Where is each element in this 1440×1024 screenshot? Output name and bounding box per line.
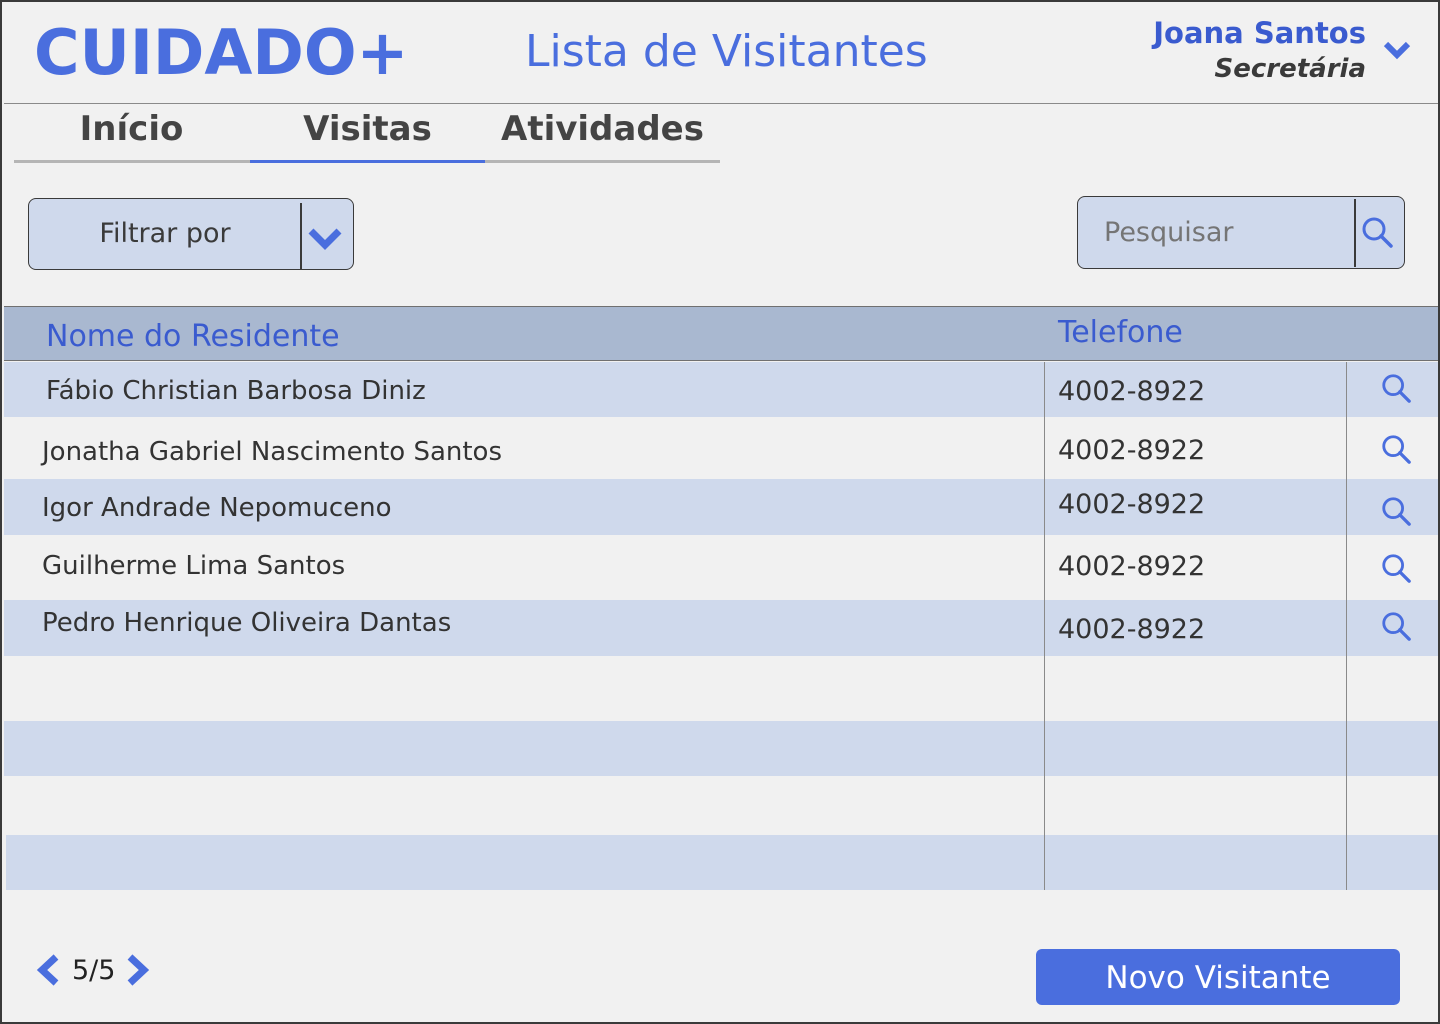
search-icon[interactable] — [1380, 372, 1412, 404]
filter-label: Filtrar por — [99, 218, 231, 249]
tab-underline — [485, 160, 720, 163]
header-divider — [4, 103, 1440, 104]
search-icon[interactable] — [1380, 610, 1412, 642]
column-divider — [1044, 362, 1045, 890]
chevron-down-icon[interactable] — [307, 221, 343, 251]
user-role: Secretária — [1214, 54, 1366, 84]
empty-row — [4, 776, 1440, 835]
table-header: Nome do Residente Telefone — [4, 306, 1440, 361]
filter-divider — [300, 203, 302, 269]
tab-atividades[interactable]: Atividades — [485, 106, 720, 162]
search-box[interactable] — [1077, 196, 1405, 269]
column-divider — [1346, 362, 1347, 890]
table-row[interactable]: Pedro Henrique Oliveira Dantas 4002-8922 — [4, 600, 1440, 656]
page-indicator: 5/5 — [72, 955, 116, 986]
empty-row — [4, 721, 1440, 776]
resident-phone: 4002-8922 — [1058, 551, 1206, 582]
resident-phone: 4002-8922 — [1058, 376, 1206, 407]
tab-underline — [14, 160, 250, 163]
search-icon[interactable] — [1380, 495, 1412, 527]
search-icon[interactable] — [1380, 433, 1412, 465]
page-title: Lista de Visitantes — [525, 26, 928, 77]
filter-dropdown[interactable]: Filtrar por — [28, 198, 354, 270]
table-row[interactable]: Guilherme Lima Santos 4002-8922 — [4, 535, 1440, 600]
search-icon[interactable] — [1360, 215, 1394, 249]
chevron-right-icon[interactable] — [124, 953, 152, 987]
chevron-down-icon[interactable] — [1382, 36, 1412, 62]
search-input[interactable] — [1102, 197, 1356, 269]
app-logo[interactable]: CUIDADO+ — [34, 16, 408, 89]
resident-phone: 4002-8922 — [1058, 614, 1206, 645]
empty-row — [4, 656, 1440, 721]
table-row[interactable]: Jonatha Gabriel Nascimento Santos 4002-8… — [4, 417, 1440, 479]
resident-name: Igor Andrade Nepomuceno — [42, 493, 392, 523]
column-header-name[interactable]: Nome do Residente — [46, 319, 340, 354]
resident-name: Guilherme Lima Santos — [42, 551, 346, 581]
empty-row — [6, 835, 1440, 890]
resident-name: Jonatha Gabriel Nascimento Santos — [42, 437, 503, 467]
table-row[interactable]: Fábio Christian Barbosa Diniz 4002-8922 — [4, 362, 1440, 417]
tab-visitas[interactable]: Visitas — [250, 106, 485, 162]
column-header-phone[interactable]: Telefone — [1058, 315, 1183, 350]
table-row[interactable]: Igor Andrade Nepomuceno 4002-8922 — [4, 479, 1440, 535]
resident-name: Pedro Henrique Oliveira Dantas — [42, 608, 452, 638]
tab-inicio[interactable]: Início — [14, 106, 249, 162]
search-divider — [1354, 199, 1356, 267]
resident-name: Fábio Christian Barbosa Diniz — [46, 376, 426, 406]
new-visitor-button[interactable]: Novo Visitante — [1036, 949, 1400, 1005]
user-name[interactable]: Joana Santos — [1153, 16, 1366, 50]
resident-phone: 4002-8922 — [1058, 435, 1206, 466]
search-icon[interactable] — [1380, 552, 1412, 584]
resident-phone: 4002-8922 — [1058, 489, 1206, 520]
chevron-left-icon[interactable] — [34, 953, 62, 987]
tab-active-underline — [250, 160, 485, 163]
